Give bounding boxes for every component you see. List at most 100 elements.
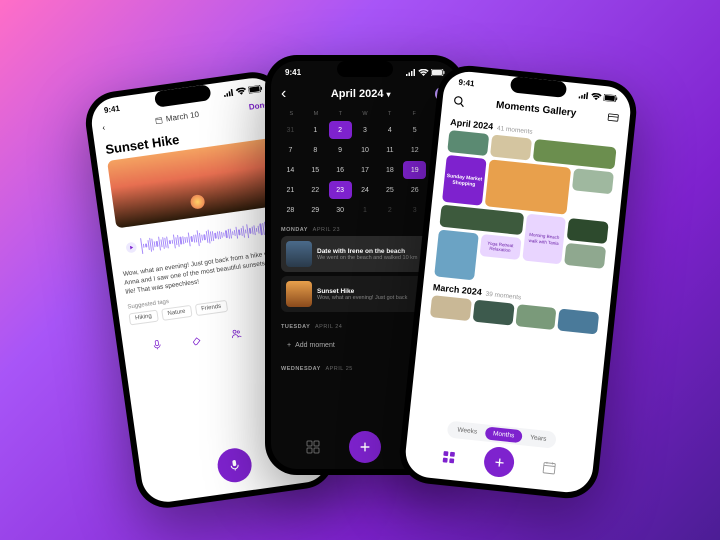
card-subtitle: Wow, what an evening! Just got back bbox=[317, 295, 407, 301]
calendar-day[interactable]: 3 bbox=[354, 121, 377, 139]
calendar-day[interactable]: 12 bbox=[403, 141, 426, 159]
calendar-day[interactable]: 15 bbox=[304, 161, 327, 179]
calendar-day[interactable]: 31 bbox=[279, 121, 302, 139]
photo-tile[interactable] bbox=[447, 130, 489, 156]
calendar-day[interactable]: 10 bbox=[354, 141, 377, 159]
signal-icon bbox=[223, 88, 234, 96]
grid-icon[interactable] bbox=[441, 448, 457, 464]
calendar-day[interactable]: 25 bbox=[378, 181, 401, 199]
calendar-day[interactable]: 9 bbox=[329, 141, 352, 159]
time-pill[interactable]: Months bbox=[484, 426, 522, 443]
calendar-day[interactable]: 30 bbox=[329, 201, 352, 219]
eraser-icon[interactable] bbox=[187, 329, 207, 349]
calendar-day[interactable]: 24 bbox=[354, 181, 377, 199]
time-pill[interactable]: Years bbox=[522, 430, 556, 446]
photo-tile[interactable] bbox=[572, 168, 614, 194]
photo-tile[interactable] bbox=[490, 134, 532, 160]
photo-tile[interactable] bbox=[515, 304, 557, 330]
calendar-day[interactable]: 17 bbox=[354, 161, 377, 179]
weekday-label: S bbox=[279, 111, 304, 117]
status-time: 9:41 bbox=[103, 103, 120, 114]
card-subtitle: We went on the beach and walked 10 km bbox=[317, 255, 418, 261]
photo-tile[interactable] bbox=[564, 243, 606, 269]
calendar-icon bbox=[154, 115, 163, 124]
view-toggle-icon[interactable] bbox=[606, 110, 620, 124]
calendar-day[interactable]: 21 bbox=[279, 181, 302, 199]
photo-tile[interactable] bbox=[485, 159, 572, 214]
back-icon[interactable]: ‹ bbox=[102, 123, 106, 132]
grid-icon[interactable] bbox=[305, 439, 321, 455]
card-title: Date with Irene on the beach bbox=[317, 248, 418, 255]
text-tile[interactable]: Yoga Retreat Relaxation bbox=[479, 234, 521, 260]
back-icon[interactable]: ‹ bbox=[281, 85, 286, 103]
calendar-day[interactable]: 22 bbox=[304, 181, 327, 199]
record-fab[interactable] bbox=[215, 446, 253, 484]
chevron-down-icon: ▾ bbox=[386, 90, 390, 99]
weekday-label: M bbox=[304, 111, 329, 117]
photo-tile[interactable] bbox=[430, 295, 472, 321]
card-title: Sunset Hike bbox=[317, 288, 407, 295]
calendar-day[interactable]: 28 bbox=[279, 201, 302, 219]
calendar-icon[interactable] bbox=[541, 459, 557, 475]
calendar-day[interactable]: 8 bbox=[304, 141, 327, 159]
calendar-day[interactable]: 2 bbox=[329, 121, 352, 139]
calendar-day[interactable]: 29 bbox=[304, 201, 327, 219]
calendar-day[interactable]: 19 bbox=[403, 161, 426, 179]
date-label: March 10 bbox=[165, 110, 199, 124]
wifi-icon bbox=[418, 69, 429, 76]
calendar-day[interactable]: 1 bbox=[354, 201, 377, 219]
plus-icon: + bbox=[287, 342, 291, 349]
search-icon[interactable] bbox=[452, 94, 466, 108]
month-title[interactable]: April 2024▾ bbox=[331, 88, 391, 100]
photo-grid: Sunday Market Shopping Morning Beach walk… bbox=[424, 129, 626, 295]
thumbnail bbox=[286, 241, 312, 267]
moment-count: 41 moments bbox=[497, 125, 533, 136]
plus-icon bbox=[492, 455, 506, 469]
weekday-label: T bbox=[377, 111, 402, 117]
calendar-day[interactable]: 7 bbox=[279, 141, 302, 159]
photo-tile[interactable] bbox=[434, 229, 478, 280]
wifi-icon bbox=[235, 87, 247, 95]
calendar-day[interactable]: 5 bbox=[403, 121, 426, 139]
photo-tile[interactable] bbox=[567, 218, 609, 244]
calendar-day[interactable]: 14 bbox=[279, 161, 302, 179]
mic-icon[interactable] bbox=[147, 335, 167, 355]
weekday-label: F bbox=[402, 111, 427, 117]
thumbnail bbox=[286, 281, 312, 307]
calendar-day[interactable]: 1 bbox=[304, 121, 327, 139]
add-fab[interactable] bbox=[349, 431, 381, 463]
photo-tile[interactable] bbox=[472, 300, 514, 326]
photo-tile[interactable] bbox=[557, 309, 599, 335]
status-right bbox=[579, 91, 619, 102]
wifi-icon bbox=[591, 92, 603, 100]
calendar-day[interactable]: 26 bbox=[403, 181, 426, 199]
add-fab[interactable] bbox=[483, 446, 516, 479]
phone-gallery: 9:41 Moments Gallery April 202441 moment… bbox=[397, 63, 640, 502]
battery-icon bbox=[431, 69, 445, 76]
calendar-day[interactable]: 2 bbox=[378, 201, 401, 219]
text-tile[interactable]: Morning Beach walk with Tania bbox=[522, 214, 566, 265]
weekday-label: W bbox=[353, 111, 378, 117]
time-pill[interactable]: Weeks bbox=[449, 423, 486, 440]
calendar-day[interactable]: 16 bbox=[329, 161, 352, 179]
mic-icon bbox=[227, 457, 243, 473]
signal-icon bbox=[579, 91, 590, 99]
battery-icon bbox=[248, 84, 263, 93]
signal-icon bbox=[406, 69, 416, 76]
calendar-day[interactable]: 23 bbox=[329, 181, 352, 199]
weekday-row: SMTWTFS bbox=[271, 107, 459, 121]
calendar-day[interactable]: 18 bbox=[378, 161, 401, 179]
month-label: April 2024 bbox=[450, 117, 494, 131]
status-time: 9:41 bbox=[285, 68, 301, 77]
plus-icon bbox=[358, 440, 372, 454]
month-label: April 2024 bbox=[331, 88, 384, 100]
calendar-day[interactable]: 4 bbox=[378, 121, 401, 139]
calendar-day[interactable]: 3 bbox=[403, 201, 426, 219]
play-icon[interactable] bbox=[125, 241, 139, 255]
status-right bbox=[406, 69, 445, 76]
status-right bbox=[223, 84, 263, 96]
text-tile[interactable]: Sunday Market Shopping bbox=[442, 155, 486, 206]
calendar-day[interactable]: 11 bbox=[378, 141, 401, 159]
people-icon[interactable] bbox=[226, 324, 246, 344]
status-time: 9:41 bbox=[458, 77, 475, 88]
